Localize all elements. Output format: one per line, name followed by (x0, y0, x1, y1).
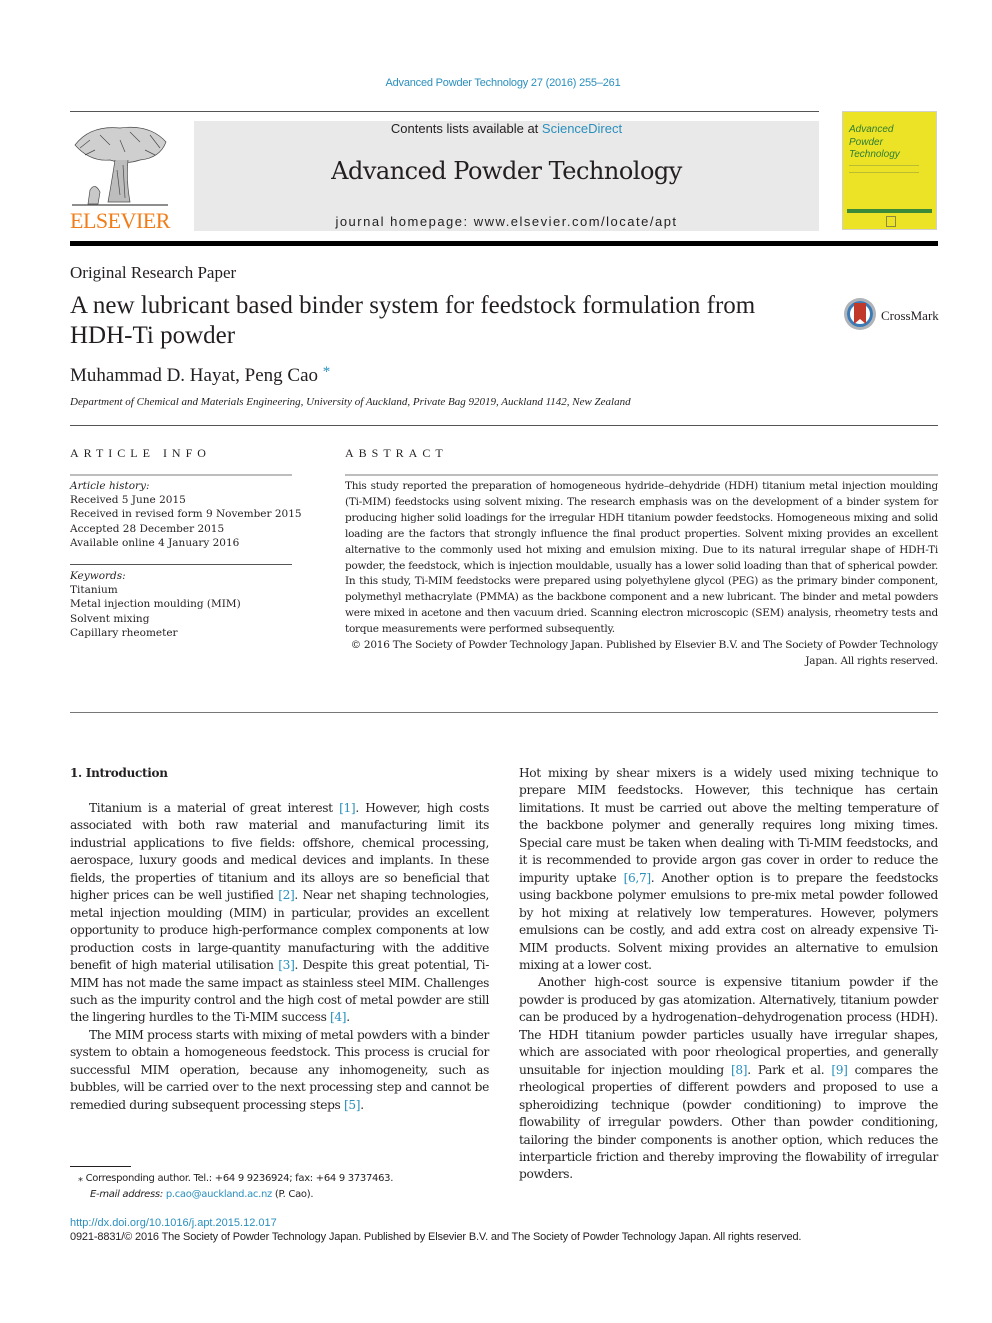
elsevier-wordmark: ELSEVIER (70, 208, 170, 233)
cover-title-line: Advanced (849, 124, 894, 135)
article-info-heading: ARTICLE INFO (70, 446, 211, 460)
author-affiliation: Department of Chemical and Materials Eng… (70, 396, 631, 408)
corresponding-author-link[interactable]: * (323, 364, 331, 380)
citation-link[interactable]: [9] (831, 1063, 848, 1077)
divider (70, 712, 938, 713)
email-suffix: (P. Cao). (272, 1189, 314, 1200)
journal-name: Advanced Powder Technology (331, 157, 682, 185)
citation-link[interactable]: [4] (330, 1010, 347, 1024)
body-paragraph: Hot mixing by shear mixers is a widely u… (519, 766, 938, 972)
crossmark-label: CrossMark (881, 308, 939, 323)
citation-link[interactable]: [5] (344, 1098, 361, 1112)
masthead-thick-divider (70, 241, 938, 246)
history-item: Available online 4 January 2016 (70, 536, 240, 549)
author-list: Muhammad D. Hayat, Peng Cao * (70, 364, 330, 387)
journal-citation-link[interactable]: Advanced Powder Technology 27 (2016) 255… (0, 77, 992, 89)
cover-title-line: Powder (849, 136, 883, 148)
citation-link[interactable]: [6,7] (624, 871, 652, 885)
cover-emblem-icon (886, 216, 896, 227)
journal-cover-thumbnail[interactable]: Advanced Powder Technology (842, 111, 937, 230)
corresponding-author-footnote: ⁎ Corresponding author. Tel.: +64 9 9236… (78, 1171, 498, 1203)
sciencedirect-link[interactable]: ScienceDirect (542, 121, 622, 136)
citation-link[interactable]: [2] (278, 888, 295, 902)
cover-green-band (847, 209, 932, 213)
citation-link[interactable]: [1] (339, 801, 356, 815)
header-divider (70, 111, 819, 112)
footnote-mark: ⁎ (78, 1173, 83, 1184)
crossmark-icon (844, 298, 876, 330)
journal-masthead: Contents lists available at ScienceDirec… (194, 121, 819, 231)
abstract-copyright: © 2016 The Society of Powder Technology … (350, 639, 939, 667)
keyword-item: Capillary rheometer (70, 626, 178, 639)
cover-title: Advanced Powder Technology (849, 124, 900, 162)
divider (345, 474, 938, 476)
contents-prefix: Contents lists available at (390, 121, 542, 136)
article-history: Article history: Received 5 June 2015 Re… (70, 479, 310, 550)
footnote-divider (70, 1166, 131, 1167)
journal-homepage[interactable]: journal homepage: www.elsevier.com/locat… (194, 214, 819, 229)
history-item: Received in revised form 9 November 2015 (70, 508, 302, 521)
cover-subtitle (849, 165, 919, 173)
homepage-prefix: journal homepage: (335, 214, 474, 229)
section-heading-introduction: 1. Introduction (70, 766, 168, 780)
email-label: E-mail address: (90, 1189, 163, 1200)
history-item: Accepted 28 December 2015 (70, 522, 225, 535)
article-history-label: Article history: (70, 480, 150, 492)
keyword-item: Metal injection moulding (MIM) (70, 598, 241, 611)
divider (70, 564, 292, 565)
body-paragraph: The MIM process starts with mixing of me… (70, 1027, 489, 1112)
footer-copyright: 0921-8831/© 2016 The Society of Powder T… (70, 1231, 802, 1243)
article-type: Original Research Paper (70, 263, 237, 282)
keywords-label: Keywords: (70, 570, 126, 582)
homepage-url-link[interactable]: www.elsevier.com/locate/apt (474, 214, 678, 229)
author-names: Muhammad D. Hayat, Peng Cao (70, 365, 319, 386)
abstract-heading: ABSTRACT (345, 446, 448, 460)
elsevier-tree-icon (72, 126, 168, 206)
citation-link[interactable]: [8] (731, 1063, 748, 1077)
email-link[interactable]: p.cao@auckland.ac.nz (166, 1189, 273, 1200)
body-column-left: Titanium is a material of great interest… (70, 800, 489, 1114)
keyword-item: Solvent mixing (70, 612, 150, 625)
history-item: Received 5 June 2015 (70, 494, 186, 507)
body-paragraph: Another high-cost source is expensive ti… (519, 975, 938, 1182)
corresponding-author-contact: Corresponding author. Tel.: +64 9 923692… (85, 1173, 394, 1184)
contents-availability: Contents lists available at ScienceDirec… (194, 121, 819, 136)
article-title: A new lubricant based binder system for … (70, 292, 756, 349)
citation-link[interactable]: [3] (278, 958, 295, 972)
doi-link[interactable]: http://dx.doi.org/10.1016/j.apt.2015.12.… (70, 1217, 277, 1229)
body-column-right: Hot mixing by shear mixers is a widely u… (519, 765, 938, 1184)
elsevier-logo[interactable]: ELSEVIER (70, 120, 170, 233)
crossmark-button[interactable]: CrossMark (843, 297, 943, 333)
keywords: Keywords: Titanium Metal injection mould… (70, 569, 310, 640)
divider (70, 425, 938, 426)
abstract-body: This study reported the preparation of h… (345, 479, 938, 670)
body-paragraph: Titanium is a material of great interest… (70, 801, 489, 1025)
keyword-item: Titanium (70, 584, 118, 597)
abstract-paragraph: This study reported the preparation of h… (345, 480, 938, 636)
cover-title-line: Technology (849, 149, 900, 160)
divider (70, 474, 292, 476)
